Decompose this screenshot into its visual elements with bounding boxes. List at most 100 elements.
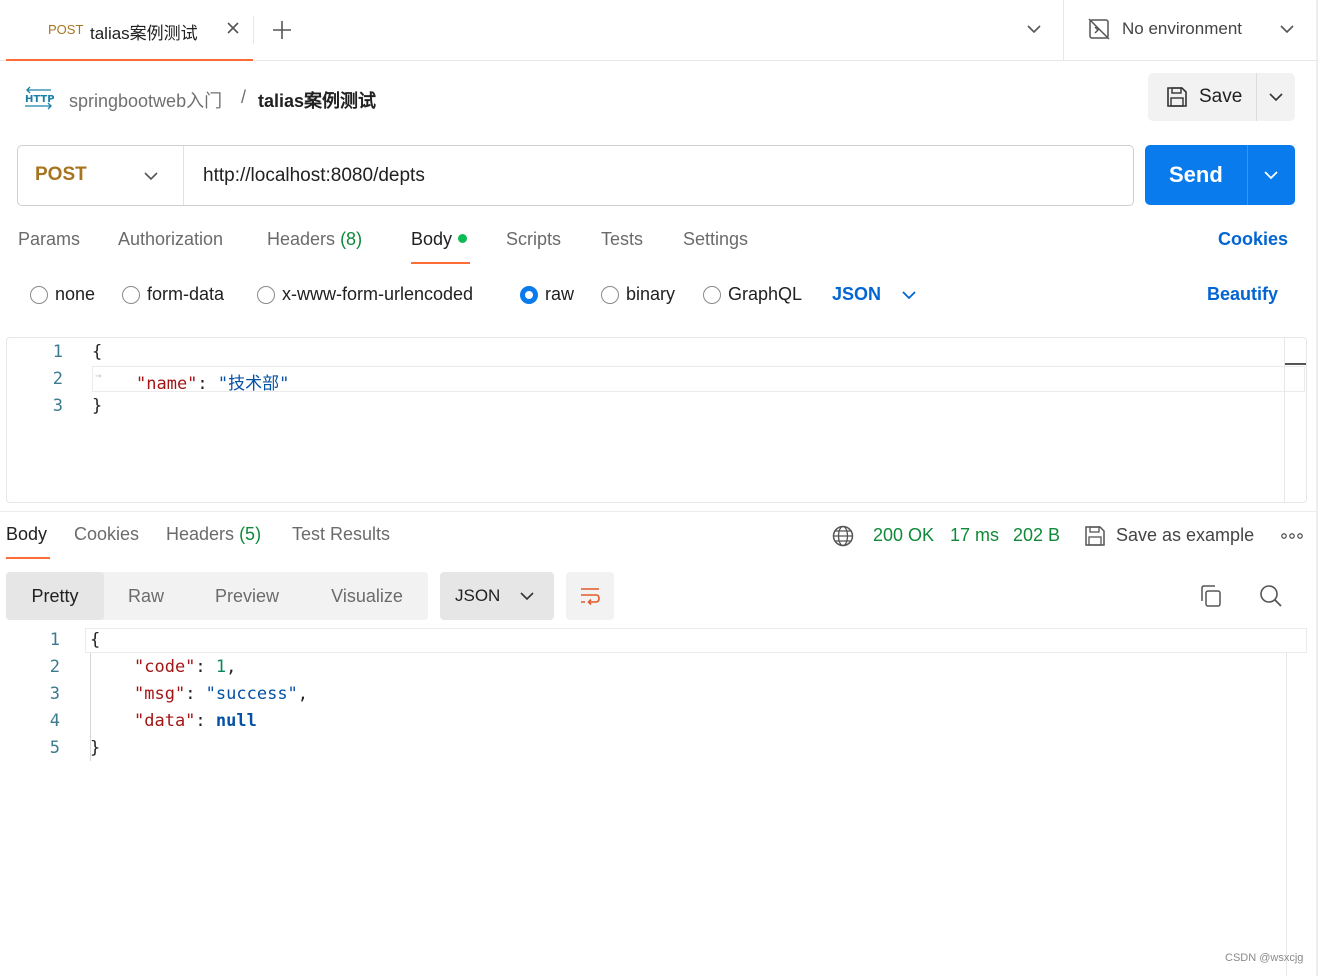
divider <box>253 16 254 44</box>
send-button[interactable]: Send <box>1145 145 1247 205</box>
view-preview[interactable]: Preview <box>188 572 306 620</box>
tab-params[interactable]: Params <box>18 229 80 265</box>
radio-circle <box>257 286 275 304</box>
line-number: 1 <box>52 342 63 362</box>
code-brace-open: { <box>90 630 101 650</box>
http-icon: HTTP <box>24 86 55 110</box>
chevron-down-icon <box>1276 18 1298 40</box>
response-size[interactable]: 202 B <box>1013 525 1060 546</box>
code-line: "data": null <box>134 711 257 731</box>
save-icon <box>1165 85 1189 109</box>
response-headers-count: (5) <box>239 524 262 544</box>
json-key: "msg" <box>134 684 186 704</box>
code-brace-close: } <box>92 396 103 416</box>
response-time[interactable]: 17 ms <box>950 525 999 546</box>
close-icon[interactable] <box>222 17 244 39</box>
globe-icon[interactable] <box>831 524 855 548</box>
view-visualize[interactable]: Visualize <box>306 572 428 620</box>
divider <box>1063 0 1064 61</box>
json-key: "data" <box>134 711 196 731</box>
tab-tests[interactable]: Tests <box>601 229 643 265</box>
response-format-label: JSON <box>455 586 501 605</box>
radio-circle <box>703 286 721 304</box>
code-brace-close: } <box>90 738 101 758</box>
breadcrumb-request[interactable]: talias案例测试 <box>258 87 376 113</box>
watermark: CSDN @wsxcjg <box>1225 952 1304 964</box>
method-label: POST <box>35 164 87 185</box>
view-pretty[interactable]: Pretty <box>6 572 104 620</box>
radio-label: raw <box>545 284 575 304</box>
line-number: 2 <box>52 369 63 389</box>
code-line: "msg": "success", <box>134 684 309 704</box>
cookies-link[interactable]: Cookies <box>1218 229 1288 250</box>
response-body-viewer[interactable]: 1 2 3 4 5 { "code": 1, "msg": "success",… <box>0 626 1318 976</box>
response-tab-headers[interactable]: Headers (5) <box>166 524 261 545</box>
line-number: 3 <box>52 396 63 416</box>
radio-label: form-data <box>147 284 225 304</box>
json-value: 1 <box>215 657 227 677</box>
breadcrumb-collection[interactable]: springbootweb入门 <box>69 87 222 113</box>
json-value: null <box>215 711 257 731</box>
copy-icon[interactable] <box>1198 583 1224 609</box>
response-tab-test-results[interactable]: Test Results <box>292 524 390 545</box>
code-brace-open: { <box>92 342 103 362</box>
wrap-lines-button[interactable] <box>566 572 614 620</box>
view-raw[interactable]: Raw <box>104 572 188 620</box>
response-tab-body[interactable]: Body <box>6 524 47 545</box>
url-input[interactable] <box>203 162 1103 190</box>
more-options-icon[interactable] <box>1280 527 1304 545</box>
breadcrumb-separator: / <box>241 87 247 107</box>
radio-label: none <box>55 284 96 304</box>
tab-settings[interactable]: Settings <box>683 229 748 265</box>
tab-authorization[interactable]: Authorization <box>118 229 223 265</box>
radio-label: x-www-form-urlencoded <box>282 284 474 304</box>
body-format-label: JSON <box>832 284 882 304</box>
line-number: 4 <box>49 711 60 731</box>
radio-circle-selected <box>520 286 538 304</box>
chevron-down-icon <box>516 585 538 607</box>
json-value: "success" <box>205 684 298 704</box>
request-tab[interactable]: POST talias案例测试 <box>6 0 253 61</box>
chevron-down-icon[interactable] <box>1260 164 1282 186</box>
radio-label: binary <box>626 284 676 304</box>
tab-body[interactable]: Body <box>411 229 468 265</box>
save-icon <box>1083 524 1107 548</box>
tab-scripts[interactable]: Scripts <box>506 229 561 265</box>
line-number: 5 <box>49 738 60 758</box>
method-selector[interactable]: POST <box>18 146 184 205</box>
chevron-down-icon <box>898 284 920 306</box>
tab-headers-label: Headers <box>267 229 336 249</box>
headers-count: (8) <box>340 229 363 249</box>
radio-label: GraphQL <box>728 284 803 304</box>
scrollbar-thumb[interactable] <box>1285 363 1306 365</box>
code-line: "code": 1, <box>134 657 237 677</box>
code-line: "name": "技术部" <box>136 369 289 394</box>
send-button-group: Send <box>1145 145 1295 205</box>
environment-selector[interactable]: No environment <box>1086 16 1301 44</box>
response-tab-cookies[interactable]: Cookies <box>74 524 139 545</box>
send-label: Send <box>1169 162 1223 187</box>
tab-name: talias案例测试 <box>90 24 198 43</box>
save-label: Save <box>1199 86 1243 107</box>
chevron-down-icon <box>140 165 162 187</box>
status-code[interactable]: 200 OK <box>873 525 934 546</box>
line-number: 1 <box>49 630 60 650</box>
save-as-example-label: Save as example <box>1116 525 1255 545</box>
json-key: "code" <box>134 657 196 677</box>
svg-text:HTTP: HTTP <box>25 94 54 105</box>
response-format-selector[interactable]: JSON <box>440 572 554 620</box>
tab-bar: POST talias案例测试 No environment <box>0 0 1318 61</box>
plus-icon[interactable] <box>268 16 296 44</box>
chevron-down-icon[interactable] <box>1023 18 1045 40</box>
tab-method: POST <box>48 22 84 37</box>
tab-body-label: Body <box>411 229 453 249</box>
save-button[interactable]: Save <box>1148 73 1256 121</box>
search-icon[interactable] <box>1258 583 1284 609</box>
active-tab-indicator <box>411 262 470 264</box>
scrollbar-track <box>1286 652 1287 976</box>
beautify-link[interactable]: Beautify <box>1207 284 1278 305</box>
chevron-down-icon[interactable] <box>1265 86 1287 108</box>
tab-headers[interactable]: Headers (8) <box>267 229 362 265</box>
request-body-editor[interactable]: 1 2 3 { → "name": "技术部" } <box>6 337 1307 503</box>
radio-circle <box>30 286 48 304</box>
